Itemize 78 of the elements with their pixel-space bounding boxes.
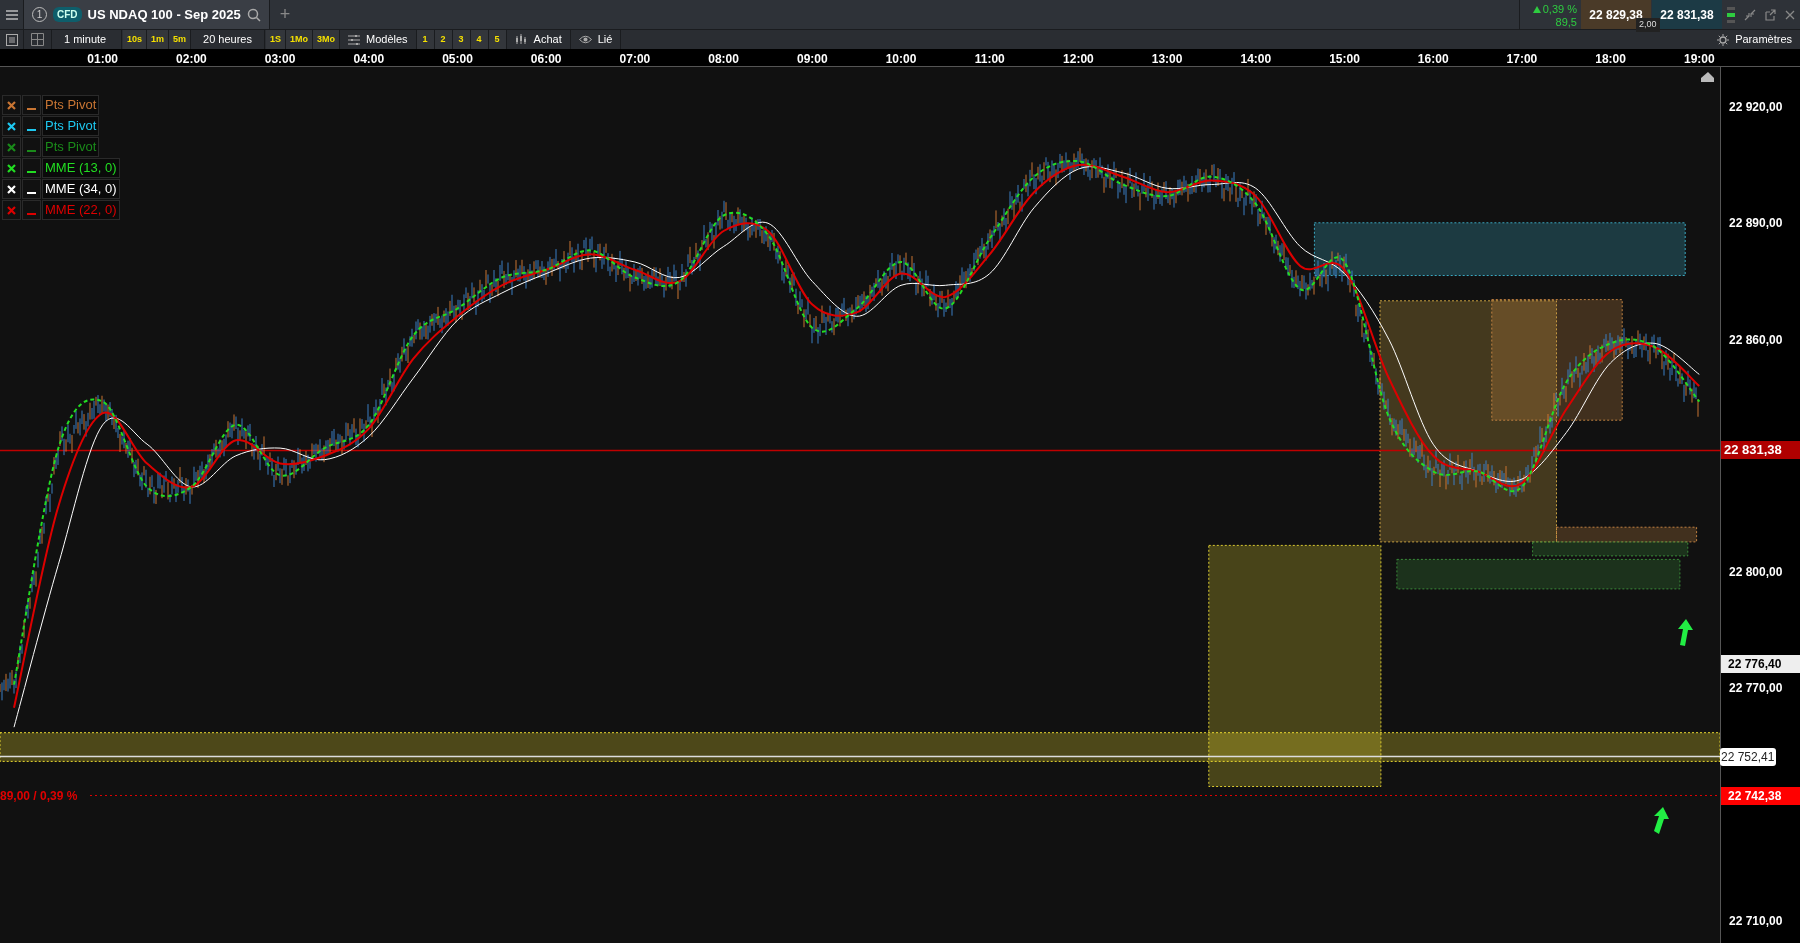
price-tick-label: 22 800,00	[1729, 564, 1783, 582]
price-tick-label: 22 770,00	[1729, 680, 1783, 698]
price-tag: 22 742,38	[1721, 786, 1800, 805]
add-tab-button[interactable]: +	[269, 1, 301, 28]
close-icon	[7, 205, 16, 215]
spread-label: 2,00	[1636, 18, 1660, 32]
settings-icon	[1717, 33, 1730, 46]
sliders-icon	[348, 34, 360, 45]
line-style-button[interactable]	[22, 179, 41, 199]
price-tick-label: 22 710,00	[1729, 913, 1783, 931]
arrow-icon	[1678, 619, 1693, 646]
close-icon	[1784, 8, 1796, 21]
line-style-button[interactable]	[22, 158, 41, 178]
remove-button[interactable]	[2, 116, 21, 136]
settings-button[interactable]: Paramètres	[1709, 30, 1800, 49]
search-icon	[246, 7, 261, 22]
quick-button[interactable]: 1S	[266, 30, 286, 49]
indicator-label[interactable]: Pts Pivot	[42, 95, 100, 115]
instrument-title: US NDAQ 100 - Sep 2025	[87, 5, 241, 24]
variation-label: 89,00 / 0,39 %	[0, 787, 78, 805]
time-label: 04:00	[353, 51, 385, 68]
instrument-tab[interactable]: 1 CFD US NDAQ 100 - Sep 2025	[24, 0, 270, 29]
time-label: 08:00	[708, 51, 739, 68]
line-style-button[interactable]	[22, 116, 41, 136]
close-icon	[7, 100, 16, 110]
candles-icon	[514, 34, 528, 45]
quick-button[interactable]: 3Mo	[313, 30, 340, 49]
time-label: 16:00	[1417, 51, 1449, 68]
time-label: 07:00	[619, 51, 651, 68]
close-icon	[7, 121, 16, 131]
eye-icon	[578, 35, 592, 44]
arrow-icon	[1654, 807, 1669, 834]
indicator-label[interactable]: MME (34, 0)	[42, 179, 120, 199]
change-points: 89,5	[1555, 17, 1577, 29]
quick-button[interactable]: 10s	[123, 30, 148, 49]
time-label: 06:00	[530, 51, 562, 68]
time-label: 12:00	[1063, 51, 1094, 68]
price-tag: 22 776,40	[1721, 654, 1800, 673]
quick-button[interactable]: 1m	[147, 30, 170, 49]
level-icon	[1726, 4, 1736, 25]
scroll-top-icon	[1701, 72, 1714, 82]
time-label: 02:00	[176, 51, 207, 68]
time-label: 01:00	[87, 51, 119, 68]
price-tick-label: 22 860,00	[1729, 331, 1783, 349]
instrument-type-badge: CFD	[53, 7, 82, 22]
close-icon	[7, 163, 16, 173]
price-tag: 22 831,38	[1721, 441, 1800, 460]
indicator-label[interactable]: MME (22, 0)	[42, 200, 120, 220]
indicator-label[interactable]: Pts Pivot	[42, 116, 100, 136]
time-label: 11:00	[974, 51, 1005, 68]
time-label: 03:00	[264, 51, 296, 68]
indicator-label[interactable]: MME (13, 0)	[42, 158, 120, 178]
list-icon	[5, 33, 18, 46]
up-triangle-icon	[1532, 5, 1541, 13]
indicator-label[interactable]: Pts Pivot	[42, 137, 100, 157]
change-percent: 0,39 %	[1542, 1, 1577, 17]
time-label: 10:00	[885, 51, 917, 68]
remove-button[interactable]	[2, 179, 21, 199]
time-label: 18:00	[1595, 51, 1626, 68]
time-label: 09:00	[796, 51, 828, 68]
remove-button[interactable]	[2, 158, 21, 178]
time-label: 13:00	[1151, 51, 1183, 68]
price-tick-label: 22 890,00	[1729, 215, 1783, 233]
quick-button[interactable]: 5m	[169, 30, 192, 49]
quick-button[interactable]: 1Mo	[286, 30, 313, 49]
menu-icon	[5, 9, 18, 20]
price-tag: 22 752,41	[1720, 747, 1777, 766]
close-icon	[7, 142, 16, 152]
time-label: 15:00	[1329, 51, 1360, 68]
minimize-icon	[1744, 8, 1756, 21]
time-label: 19:00	[1683, 51, 1715, 68]
price-tick-label: 22 920,00	[1729, 98, 1783, 116]
grid-icon	[31, 33, 44, 46]
time-label: 14:00	[1240, 51, 1272, 68]
popout-icon	[1764, 8, 1776, 21]
time-label: 17:00	[1506, 51, 1538, 68]
time-label: 05:00	[442, 51, 473, 68]
close-icon	[7, 184, 16, 194]
